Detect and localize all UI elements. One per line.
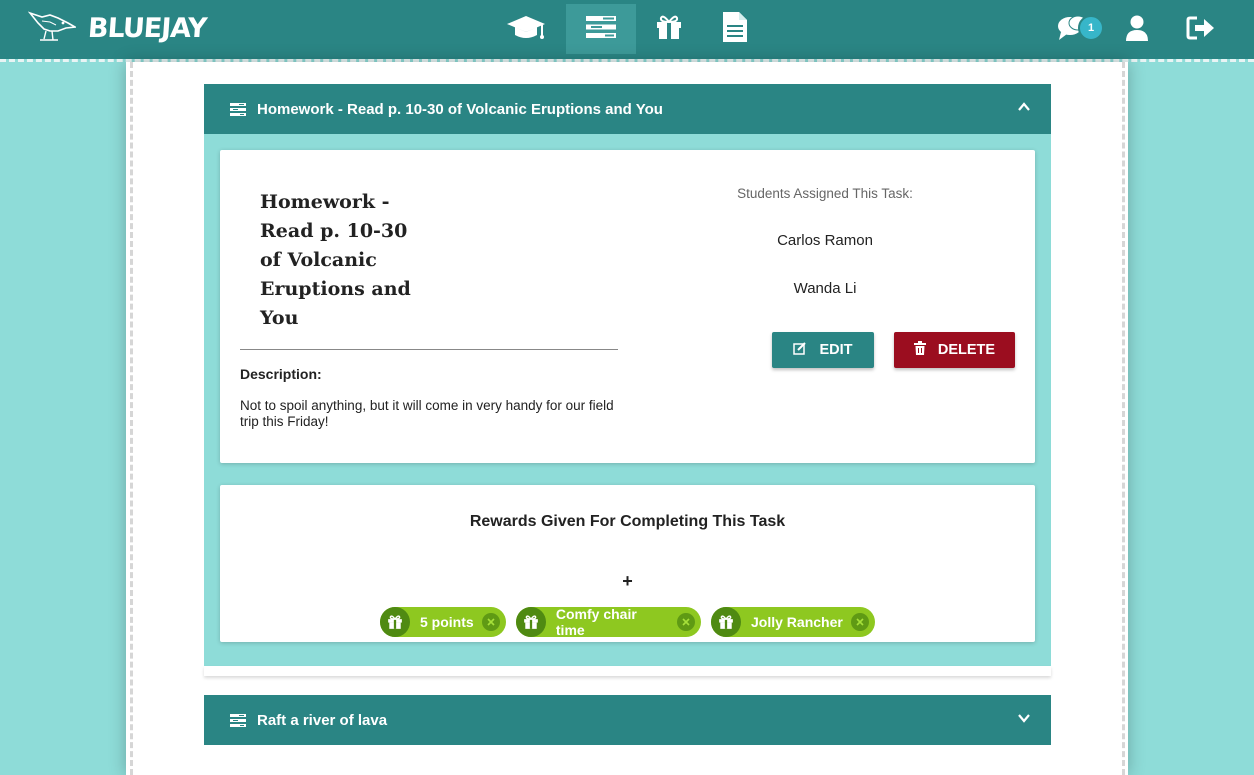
messages-button[interactable]: 1: [1054, 12, 1104, 48]
title-divider: [240, 349, 618, 350]
nav-classes[interactable]: [491, 4, 561, 54]
edit-icon: [793, 341, 819, 359]
profile-button[interactable]: [1119, 12, 1155, 48]
paper-dashed-edge-right: [1122, 62, 1125, 775]
messages-count-badge: 1: [1078, 15, 1104, 41]
nav-rewards[interactable]: [634, 4, 704, 54]
rewards-card: Rewards Given For Completing This Task +…: [220, 485, 1035, 642]
nav-reports[interactable]: [700, 4, 770, 54]
graduation-cap-icon: [506, 12, 546, 47]
task-panel-body: Homework - Read p. 10-30 of Volcanic Eru…: [204, 134, 1051, 666]
nav-tasks[interactable]: [566, 4, 636, 54]
tasks-list-icon: [230, 713, 246, 727]
delete-task-button[interactable]: DELETE: [894, 332, 1015, 368]
top-navbar: BLUEJAY 1: [0, 0, 1254, 59]
task-panel-title: Raft a river of lava: [257, 711, 388, 729]
chevron-up-icon[interactable]: [1017, 100, 1031, 118]
tasks-list-icon: [585, 14, 617, 45]
reward-chip-label: Jolly Rancher: [751, 614, 843, 630]
bluejay-bird-logo-icon: [27, 9, 78, 48]
remove-reward-icon[interactable]: [850, 613, 869, 631]
task-detail-card: Homework - Read p. 10-30 of Volcanic Eru…: [220, 150, 1035, 463]
description-label: Description:: [240, 366, 322, 382]
tasks-list-icon: [230, 102, 246, 116]
reward-chip: Jolly Rancher: [711, 607, 875, 637]
reward-chip: Comfy chair time: [516, 606, 701, 638]
logout-button[interactable]: [1183, 12, 1219, 48]
add-reward-button[interactable]: +: [220, 571, 1035, 592]
description-text: Not to spoil anything, but it will come …: [240, 398, 614, 429]
gift-icon: [516, 607, 546, 637]
assigned-student: Carlos Ramon: [777, 232, 873, 249]
gift-icon: [711, 607, 741, 637]
task-panel-header[interactable]: Homework - Read p. 10-30 of Volcanic Eru…: [204, 84, 1051, 134]
trash-icon: [913, 341, 938, 359]
chevron-down-icon[interactable]: [1017, 711, 1031, 729]
rewards-title: Rewards Given For Completing This Task: [469, 513, 786, 530]
gift-icon: [380, 607, 410, 637]
brand-name: BLUEJAY: [86, 12, 208, 44]
task-panel-header[interactable]: Raft a river of lava: [204, 695, 1051, 745]
brand[interactable]: BLUEJAY: [27, 6, 208, 50]
user-icon: [1125, 14, 1149, 47]
delete-button-label: DELETE: [937, 342, 996, 358]
reward-chip-label: 5 points: [420, 614, 474, 630]
gift-icon: [655, 13, 683, 46]
remove-reward-icon[interactable]: [677, 613, 695, 631]
edit-task-button[interactable]: EDIT: [772, 332, 874, 368]
edit-button-label: EDIT: [819, 342, 853, 358]
assigned-student: Wanda Li: [793, 280, 857, 297]
remove-reward-icon[interactable]: [481, 613, 500, 631]
sign-out-icon: [1186, 15, 1216, 46]
panel-bottom-edge: [204, 666, 1051, 676]
reward-chip: 5 points: [380, 607, 506, 637]
task-detail-title: Homework - Read p. 10-30 of Volcanic Eru…: [260, 191, 411, 329]
document-icon: [722, 11, 748, 48]
assigned-students-label: Students Assigned This Task:: [737, 186, 913, 201]
paper-dashed-edge-left: [130, 62, 133, 775]
task-panel-title: Homework - Read p. 10-30 of Volcanic Eru…: [257, 100, 663, 118]
reward-chip-label: Comfy chair time: [555, 606, 637, 638]
